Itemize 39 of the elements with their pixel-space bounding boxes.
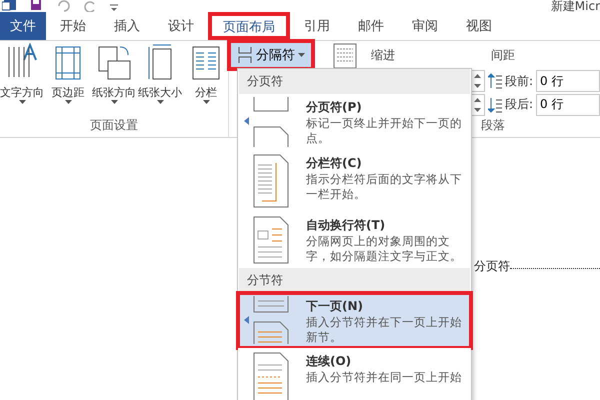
- caret-icon: [202, 100, 210, 104]
- menu-item[interactable]: 分页符(P) 标记一页终止并开始下一页的点。: [238, 94, 471, 150]
- caret-icon: [298, 53, 305, 57]
- spin-arrows-icon: [474, 74, 480, 88]
- spacing-label: 段后:: [505, 96, 534, 114]
- spin-arrows-icon: [474, 98, 480, 112]
- group-label: 段落: [481, 117, 506, 134]
- ribbon-button[interactable]: 纸张大小: [138, 41, 182, 104]
- caret-icon: [156, 100, 164, 104]
- menu-section-header: 分节符: [239, 268, 470, 293]
- undo-icon: [56, 0, 70, 12]
- menu-item[interactable]: 下一页(N) 插入分节符并在下一页上开始新节。: [238, 293, 471, 348]
- page-break-label: 分页符: [474, 258, 510, 275]
- ribbon-button[interactable]: 分栏: [184, 41, 228, 104]
- caret-icon: [18, 100, 26, 104]
- caret-icon: [64, 100, 72, 104]
- file-tab[interactable]: 文件: [0, 12, 46, 40]
- spacing-field[interactable]: 0 行: [536, 70, 600, 92]
- spacing-after-icon: [488, 96, 502, 113]
- menu-item[interactable]: 分栏符(C) 指示分栏符后面的文字将从下一栏开始。: [238, 150, 471, 212]
- ribbon-button[interactable]: 文字方向: [0, 41, 44, 104]
- ribbon-tab[interactable]: 页面布局: [208, 12, 290, 40]
- group-label: 页面设置: [90, 117, 138, 134]
- spacing-label: 间距: [491, 47, 516, 64]
- menu-item[interactable]: 自动换行符(T) 分隔网页上的对象周围的文字，如分隔题注文字与正文。: [238, 212, 471, 268]
- customize-caret-icon: [110, 2, 118, 12]
- redo-icon: [84, 0, 96, 12]
- spacing-field[interactable]: 0 行: [536, 94, 600, 116]
- menu-item[interactable]: 连续(O) 插入分节符并在同一页上开始: [238, 348, 471, 400]
- breaks-icon: [237, 47, 253, 63]
- breaks-button[interactable]: 分隔符: [231, 43, 311, 67]
- spacing-label: 段前:: [505, 72, 534, 90]
- spacing-before-icon: [488, 73, 502, 90]
- ribbon-button[interactable]: 纸张方向: [92, 41, 136, 104]
- window-title: 新建Micr: [550, 0, 600, 12]
- caret-icon: [110, 100, 118, 104]
- ribbon-button[interactable]: 页边距: [46, 41, 90, 104]
- menu-section-header: 分页符: [239, 69, 470, 94]
- indent-label: 缩进: [371, 47, 395, 64]
